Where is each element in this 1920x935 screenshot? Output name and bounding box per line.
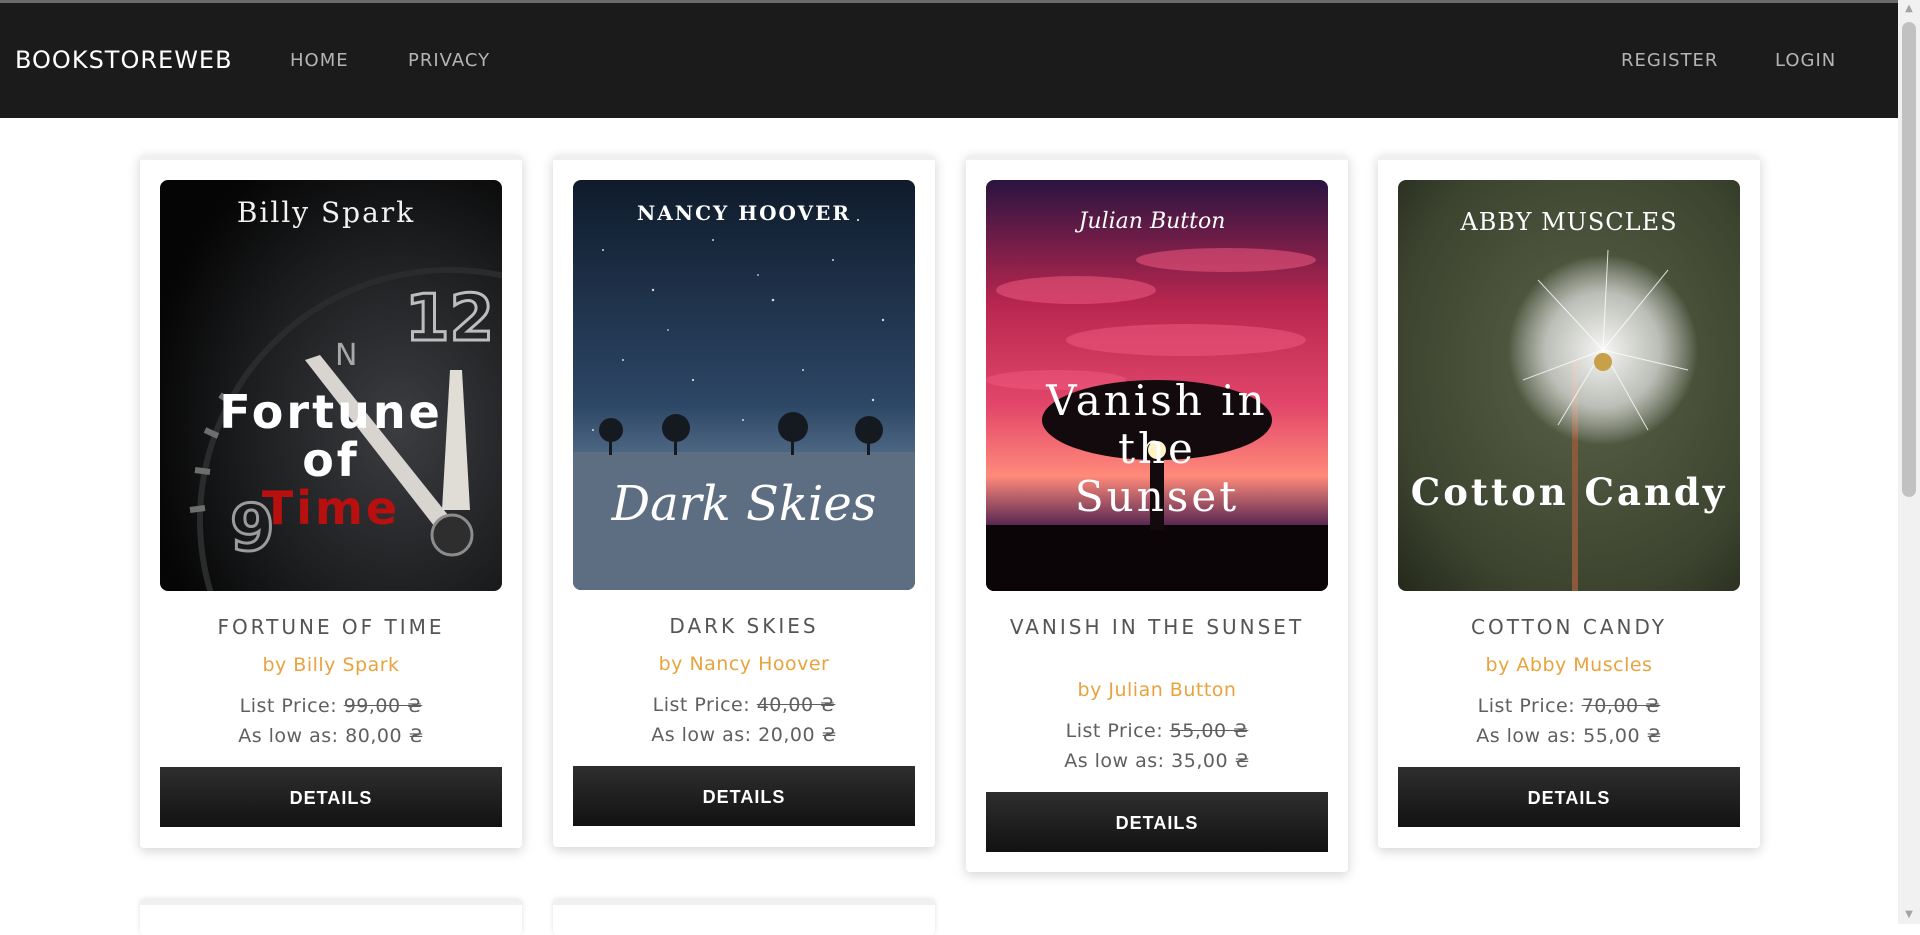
low-price-row: As low as: 55,00 ₴ [1398, 721, 1740, 751]
book-card-fortune-of-time: 12 N 9 Billy Spark Fortune of Time FORTU… [140, 155, 522, 848]
nav-login[interactable]: LOGIN [1775, 50, 1836, 71]
scroll-down-arrow-icon[interactable]: ▼ [1898, 906, 1920, 924]
details-button[interactable]: DETAILS [1398, 767, 1740, 827]
nav-home[interactable]: HOME [290, 50, 349, 71]
fortune-of-time-cover-art: 12 N 9 Billy Spark Fortune of Time [160, 180, 502, 591]
low-price-label: As low as: [1476, 725, 1577, 747]
list-price-label: List Price: [1065, 720, 1164, 742]
cover-title-line-3: Sunset [1075, 472, 1239, 521]
book-title: DARK SKIES [669, 614, 819, 638]
book-author: by Julian Button [1077, 679, 1237, 701]
list-price-row: List Price: 40,00 ₴ [573, 690, 915, 720]
cover-title-line-1: Fortune [219, 385, 443, 439]
low-price-row: As low as: 20,00 ₴ [573, 720, 915, 750]
dark-skies-cover-art: NANCY HOOVER Dark Skies [573, 180, 915, 590]
low-price-row: As low as: 35,00 ₴ [986, 746, 1328, 776]
scroll-up-arrow-icon[interactable]: ▲ [1898, 0, 1920, 18]
book-card-partial [553, 900, 935, 935]
list-price-value: 55,00 ₴ [1169, 720, 1249, 742]
low-price-row: As low as: 80,00 ₴ [160, 721, 502, 751]
cover-author-text: Billy Spark [237, 196, 415, 229]
low-price-value: 20,00 ₴ [758, 724, 837, 746]
low-price-label: As low as: [651, 724, 752, 746]
book-cover-image[interactable]: ABBY MUSCLES Cotton Candy [1398, 180, 1740, 591]
cover-title-line-3: Time [262, 481, 400, 535]
svg-text:12: 12 [405, 282, 494, 356]
cover-author-text: NANCY HOOVER [637, 201, 851, 225]
low-price-label: As low as: [238, 725, 339, 747]
book-card-partial [140, 900, 522, 935]
low-price-label: As low as: [1064, 750, 1165, 772]
book-cover-image[interactable]: NANCY HOOVER Dark Skies [573, 180, 915, 590]
brand-link[interactable]: BOOKSTOREWEB [15, 46, 233, 74]
list-price-value: 40,00 ₴ [756, 694, 836, 716]
cotton-candy-cover-art: ABBY MUSCLES Cotton Candy [1398, 180, 1740, 591]
book-title: FORTUNE OF TIME [217, 615, 445, 639]
book-title: COTTON CANDY [1471, 615, 1667, 639]
scrollbar-thumb[interactable] [1902, 22, 1916, 497]
cover-author-text: Julian Button [1075, 209, 1226, 234]
book-cover-image[interactable]: 12 N 9 Billy Spark Fortune of Time [160, 180, 502, 591]
cover-author-text: ABBY MUSCLES [1459, 208, 1677, 236]
cover-title-line-1: Vanish in [1045, 376, 1267, 425]
list-price-label: List Price: [239, 695, 338, 717]
cover-title-line-2: the [1118, 424, 1196, 473]
book-cover-image[interactable]: Julian Button Vanish in the Sunset [986, 180, 1328, 591]
book-author: by Abby Muscles [1485, 654, 1653, 676]
page-scrollbar[interactable]: ▲ ▼ [1898, 0, 1920, 924]
nav-privacy[interactable]: PRIVACY [408, 50, 490, 71]
book-title: VANISH IN THE SUNSET [1009, 615, 1305, 639]
low-price-value: 55,00 ₴ [1583, 725, 1662, 747]
book-author: by Billy Spark [262, 654, 400, 676]
book-author: by Nancy Hoover [658, 653, 830, 675]
details-button[interactable]: DETAILS [986, 792, 1328, 852]
low-price-value: 80,00 ₴ [345, 725, 424, 747]
cover-title-line-2: of [302, 433, 360, 487]
nav-register[interactable]: REGISTER [1621, 50, 1718, 71]
svg-text:N: N [335, 338, 357, 373]
details-button[interactable]: DETAILS [573, 766, 915, 826]
list-price-label: List Price: [1477, 695, 1576, 717]
vanish-in-the-sunset-cover-art: Julian Button Vanish in the Sunset [986, 180, 1328, 591]
list-price-label: List Price: [652, 694, 751, 716]
book-card-cotton-candy: ABBY MUSCLES Cotton Candy COTTON CANDY b… [1378, 155, 1760, 848]
cover-title-text: Dark Skies [611, 476, 877, 532]
book-card-dark-skies: NANCY HOOVER Dark Skies DARK SKIES by Na… [553, 155, 935, 847]
list-price-value: 99,00 ₴ [343, 695, 423, 717]
list-price-row: List Price: 70,00 ₴ [1398, 691, 1740, 721]
details-button[interactable]: DETAILS [160, 767, 502, 827]
list-price-row: List Price: 99,00 ₴ [160, 691, 502, 721]
cover-title-text: Cotton Candy [1411, 470, 1727, 514]
list-price-row: List Price: 55,00 ₴ [986, 716, 1328, 746]
navbar: BOOKSTOREWEB HOME PRIVACY REGISTER LOGIN [0, 3, 1898, 118]
book-card-vanish-in-the-sunset: Julian Button Vanish in the Sunset VANIS… [966, 155, 1348, 872]
low-price-value: 35,00 ₴ [1171, 750, 1250, 772]
list-price-value: 70,00 ₴ [1581, 695, 1661, 717]
